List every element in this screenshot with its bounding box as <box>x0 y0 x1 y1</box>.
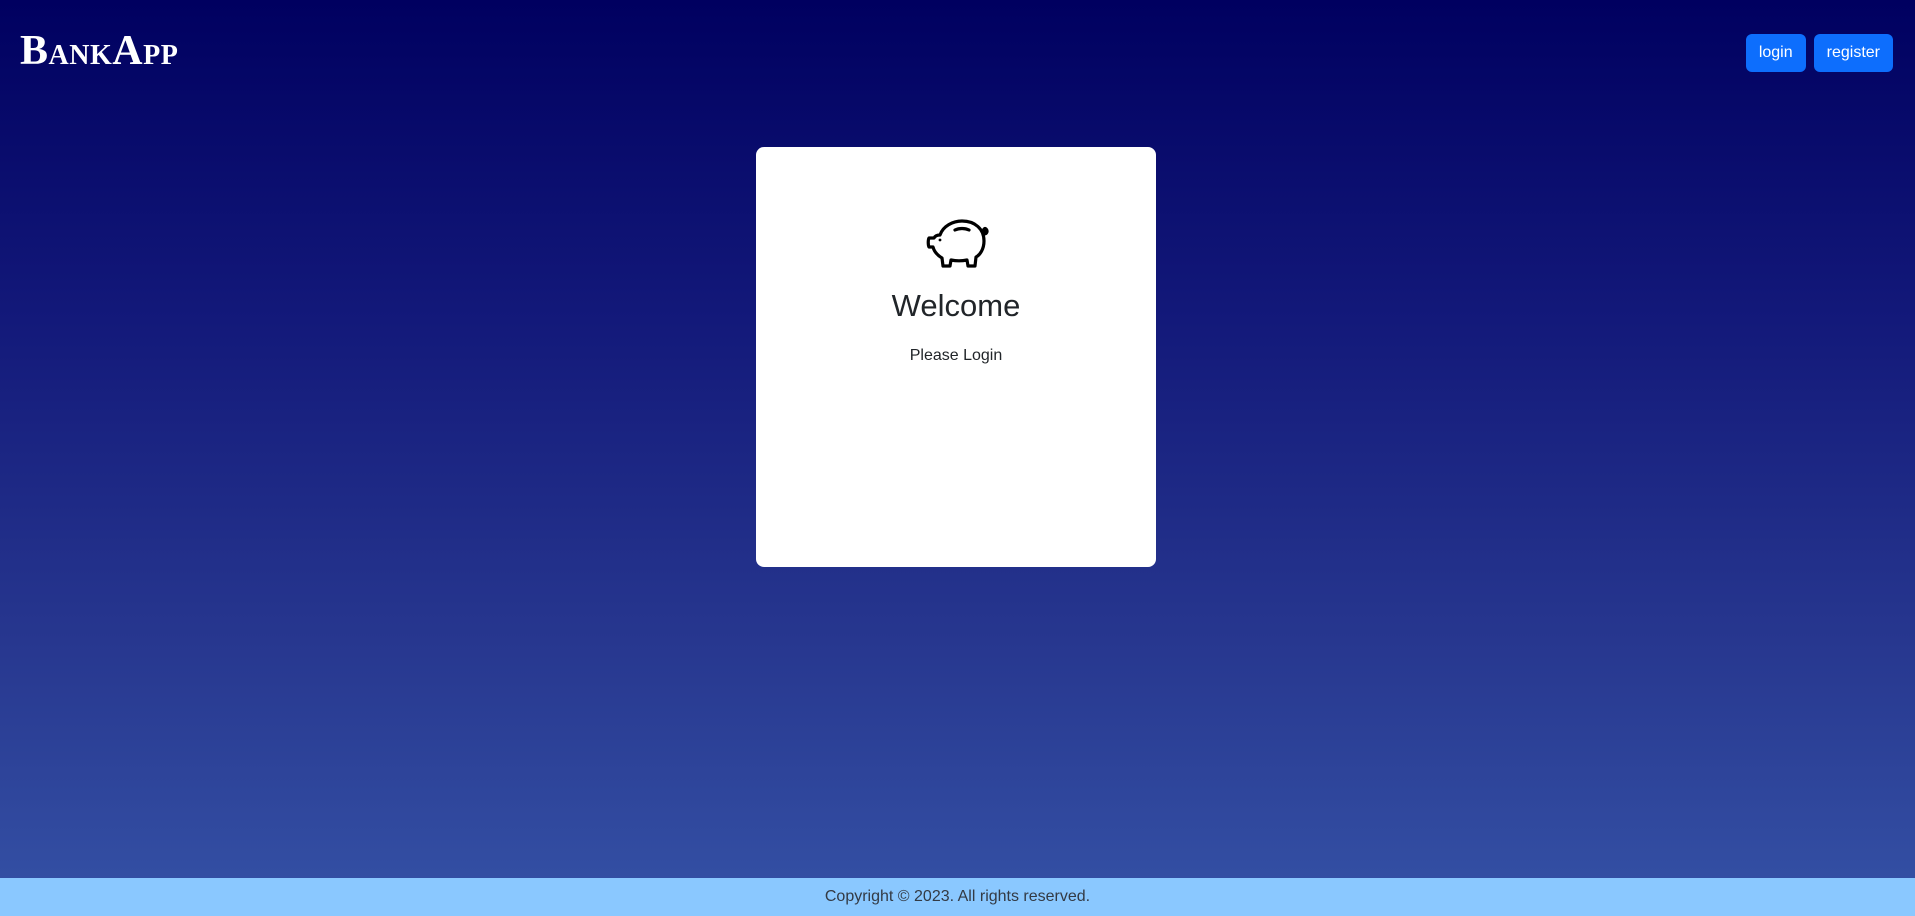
welcome-title: Welcome <box>891 288 1021 323</box>
top-navbar: BANKAPP login register <box>0 0 1915 108</box>
copyright-text: Copyright © 2023. All rights reserved. <box>824 888 1091 905</box>
welcome-card: Welcome Please Login <box>756 147 1156 567</box>
piggy-bank-icon <box>926 217 990 269</box>
brand-letter-b: B <box>20 28 49 74</box>
footer: Copyright © 2023. All rights reserved. <box>0 878 1915 916</box>
login-button[interactable]: login <box>1745 34 1806 72</box>
auth-buttons: login register <box>1745 34 1893 72</box>
brand-letter-a: A <box>112 28 144 74</box>
login-prompt: Please Login <box>909 347 1003 364</box>
register-button[interactable]: register <box>1813 34 1893 72</box>
brand-text-ank: ANK <box>48 40 113 71</box>
brand-logo[interactable]: BANKAPP <box>20 30 178 72</box>
brand-text-pp: PP <box>143 40 179 71</box>
